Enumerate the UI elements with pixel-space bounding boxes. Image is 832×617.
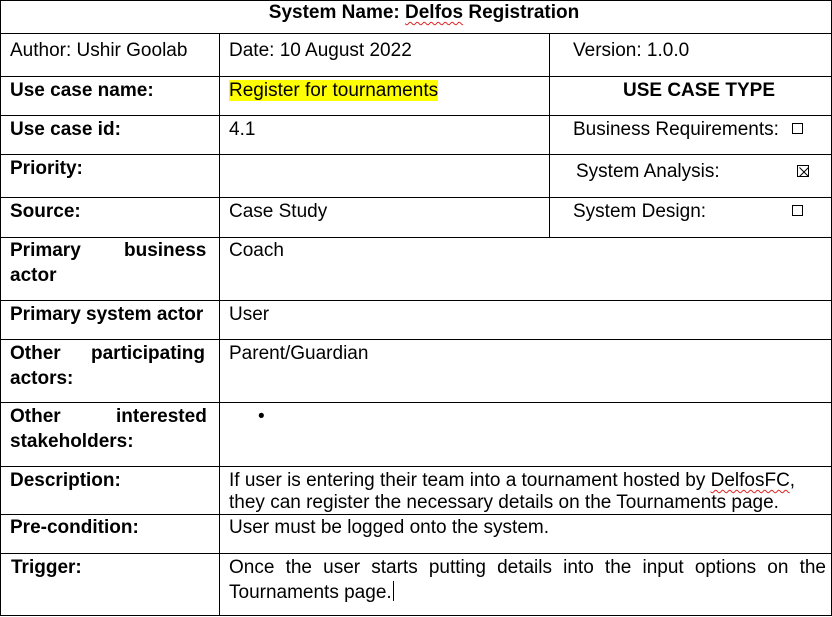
stakeholder-bullet: •	[258, 406, 265, 427]
primary-business-actor-value: Coach	[229, 240, 284, 261]
source-value: Case Study	[229, 201, 328, 222]
row-divider	[0, 466, 832, 467]
trigger-line2: Tournaments page.	[229, 581, 394, 603]
precondition-value: User must be logged onto the system.	[229, 517, 549, 538]
other-participating-label-line2: actors:	[10, 368, 74, 389]
other-participating-label-word2: participating	[91, 343, 206, 364]
row-divider	[0, 33, 832, 34]
system-design-label: System Design:	[573, 201, 707, 222]
primary-business-actor-label-word2: business	[124, 240, 207, 261]
other-interested-label-line2: stakeholders:	[10, 431, 134, 452]
other-participating-value: Parent/Guardian	[229, 343, 369, 364]
system-name-title: System Name: Delfos Registration	[268, 2, 580, 23]
use-case-id-value: 4.1	[229, 119, 256, 140]
priority-label: Priority:	[10, 158, 83, 179]
primary-system-actor-value: User	[229, 304, 270, 325]
checked-x-icon	[799, 167, 809, 177]
column-divider	[219, 33, 220, 616]
table-border-left	[0, 0, 1, 616]
use-case-name-value: Register for tournaments	[229, 80, 439, 101]
other-participating-label-word1: Other	[10, 343, 61, 364]
description-label: Description:	[10, 470, 121, 491]
row-divider	[0, 197, 832, 198]
system-design-checkbox[interactable]	[792, 205, 803, 216]
system-analysis-label: System Analysis:	[576, 161, 720, 182]
row-divider	[0, 154, 832, 155]
precondition-label: Pre-condition:	[10, 517, 139, 538]
text-cursor	[392, 581, 394, 601]
description-line2: they can register the necessary details …	[229, 492, 779, 513]
row-divider	[0, 115, 832, 116]
system-analysis-checkbox[interactable]	[797, 165, 809, 177]
row-divider	[0, 76, 832, 77]
version-field: Version: 1.0.0	[573, 40, 690, 61]
date-field: Date: 10 August 2022	[229, 40, 412, 61]
source-label: Source:	[10, 201, 81, 222]
use-case-id-label: Use case id:	[10, 119, 121, 140]
business-requirements-label: Business Requirements:	[573, 119, 779, 140]
other-interested-label-word2: interested	[116, 406, 207, 427]
row-divider	[0, 300, 832, 301]
row-divider	[0, 402, 832, 403]
primary-business-actor-label-line2: actor	[10, 265, 57, 286]
primary-business-actor-label-word1: Primary	[10, 240, 81, 261]
row-divider	[0, 553, 832, 554]
other-interested-label-word1: Other	[10, 406, 61, 427]
author-field: Author: Ushir Goolab	[10, 40, 188, 61]
primary-system-actor-label: Primary system actor	[10, 304, 204, 325]
table-border-bottom	[0, 615, 832, 616]
business-requirements-checkbox[interactable]	[792, 123, 803, 134]
trigger-label: Trigger:	[11, 557, 82, 578]
column-divider	[549, 33, 550, 238]
use-case-type-heading: USE CASE TYPE	[622, 80, 776, 101]
row-divider	[0, 339, 832, 340]
trigger-line1: Once the user starts putting details int…	[229, 557, 826, 578]
use-case-name-label: Use case name:	[10, 80, 154, 101]
